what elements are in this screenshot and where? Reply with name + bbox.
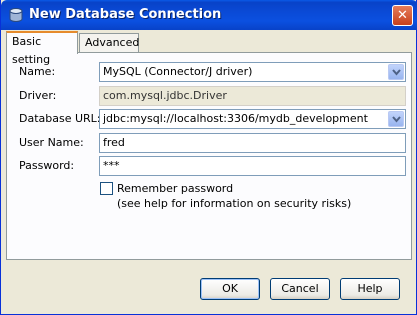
- name-combobox[interactable]: MySQL (Connector/J driver): [99, 62, 406, 82]
- tab-advanced[interactable]: Advanced: [79, 33, 139, 53]
- tab-basic-setting[interactable]: Basic setting: [6, 31, 78, 66]
- database-url-label: Database URL:: [19, 112, 101, 125]
- title-bar[interactable]: New Database Connection ✕: [1, 0, 417, 30]
- remember-password-label[interactable]: Remember password: [117, 182, 233, 196]
- close-icon: ✕: [397, 8, 408, 23]
- ok-button[interactable]: OK: [200, 278, 260, 300]
- chevron-down-icon: [392, 69, 401, 76]
- driver-field: com.mysql.jdbc.Driver: [99, 86, 406, 106]
- name-value: MySQL (Connector/J driver): [103, 65, 253, 78]
- password-label: Password:: [19, 159, 75, 172]
- database-url-dropdown-button[interactable]: [388, 111, 404, 127]
- tab-panel: Name: MySQL (Connector/J driver) Driver:…: [6, 52, 412, 260]
- user-name-value: fred: [103, 136, 125, 149]
- user-name-input[interactable]: fred: [99, 133, 406, 153]
- user-name-label: User Name:: [19, 136, 84, 149]
- database-url-combobox[interactable]: jdbc:mysql://localhost:3306/mydb_develop…: [99, 109, 406, 129]
- dialog-window: New Database Connection ✕ Basic setting …: [0, 0, 417, 315]
- driver-value: com.mysql.jdbc.Driver: [103, 89, 227, 102]
- name-dropdown-button[interactable]: [388, 64, 404, 80]
- help-button[interactable]: Help: [340, 278, 400, 300]
- password-value: ***: [103, 159, 120, 172]
- driver-label: Driver:: [19, 89, 57, 102]
- database-icon: [9, 8, 23, 22]
- cancel-button[interactable]: Cancel: [270, 278, 330, 300]
- chevron-down-icon: [392, 116, 401, 123]
- database-url-value: jdbc:mysql://localhost:3306/mydb_develop…: [103, 112, 368, 125]
- password-input[interactable]: ***: [99, 156, 406, 176]
- security-note: (see help for information on security ri…: [117, 197, 352, 210]
- close-button[interactable]: ✕: [392, 5, 413, 26]
- remember-password-checkbox[interactable]: [100, 182, 113, 195]
- window-title: New Database Connection: [29, 7, 222, 22]
